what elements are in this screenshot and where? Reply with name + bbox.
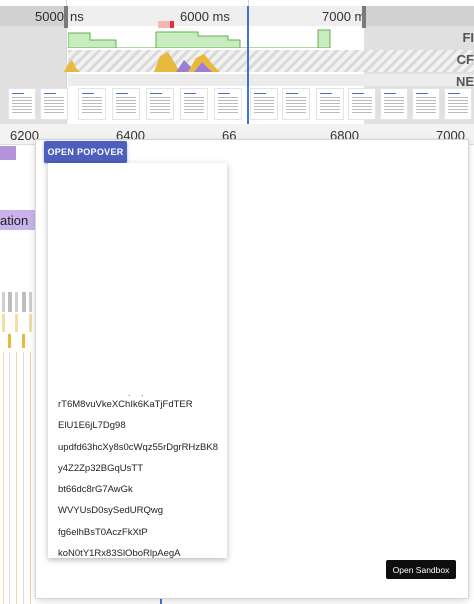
flame-chart-stack (2, 292, 32, 604)
fps-warning-marker (170, 21, 174, 28)
screenshot-thumbnail (8, 88, 36, 120)
flame-entry-label: ation (0, 213, 29, 228)
screenshot-thumbnail (78, 88, 106, 120)
flame-chart-entry[interactable] (0, 146, 16, 160)
screenshot-thumbnail (180, 88, 208, 120)
list-item[interactable]: fg6elhBsT0AczFkXtP (58, 527, 218, 548)
open-popover-button[interactable]: OPEN POPOVER (44, 141, 127, 163)
overview-left-handle[interactable] (64, 6, 68, 28)
cpu-activity-graph (64, 52, 220, 72)
overview-tick-7000: 7000 m (322, 9, 366, 24)
screenshot-thumbnail (282, 88, 310, 120)
list-item[interactable]: y4Z2Zp32BGqUsTT (58, 463, 218, 484)
network-lane (68, 74, 474, 86)
ruler-tick-6200: 6200 (10, 128, 39, 143)
popover-panel[interactable]: . . rT6M8vuVkeXChIk6KaTjFdTER ElU1E6jL7D… (48, 163, 227, 558)
list-item[interactable]: updfd63hcXy8s0cWqz55rDgrRHzBK8 (58, 442, 218, 463)
list-item[interactable]: rT6M8vuVkeXChIk6KaTjFdTER (58, 399, 218, 420)
list-item[interactable]: bt66dc8rG7AwGk (58, 484, 218, 505)
lane-label-cpu: CF (456, 52, 474, 67)
screenshot-thumbnail (444, 88, 472, 120)
time-cursor (247, 6, 249, 124)
screenshot-thumbnail (348, 88, 376, 120)
screenshot-thumbnail (146, 88, 174, 120)
overview-tick-6000: 6000 ms (180, 9, 230, 24)
screenshot-thumbnail (40, 88, 68, 120)
list-item[interactable]: ElU1E6jL7Dg98 (58, 420, 218, 441)
screenshot-thumbnail (250, 88, 278, 120)
flame-chart-entry-evaluation[interactable]: ation (0, 210, 36, 230)
fps-chart (68, 29, 331, 48)
screenshot-thumbnail (412, 88, 440, 120)
overview-right-handle[interactable] (362, 6, 366, 28)
lane-label-frames: FI (462, 30, 474, 45)
list-item[interactable]: koN0tY1Rx83SlOboRlpAegA (58, 548, 218, 558)
performance-overview[interactable]: 5000 ns 6000 ms 7000 m FI CF NE (0, 0, 474, 124)
overview-tick-ns: ns (70, 9, 84, 24)
list-item[interactable]: WVYUsD0sySedURQwg (58, 505, 218, 526)
screenshot-thumbnail (214, 88, 242, 120)
loading-dots: . . (128, 388, 148, 398)
screenshot-thumbnail (112, 88, 140, 120)
popover-list[interactable]: rT6M8vuVkeXChIk6KaTjFdTER ElU1E6jL7Dg98 … (58, 399, 218, 558)
open-sandbox-button[interactable]: Open Sandbox (386, 560, 456, 579)
screenshot-thumbnail (316, 88, 344, 120)
screenshot-thumbnail (380, 88, 408, 120)
screenshot-strip (0, 86, 474, 122)
